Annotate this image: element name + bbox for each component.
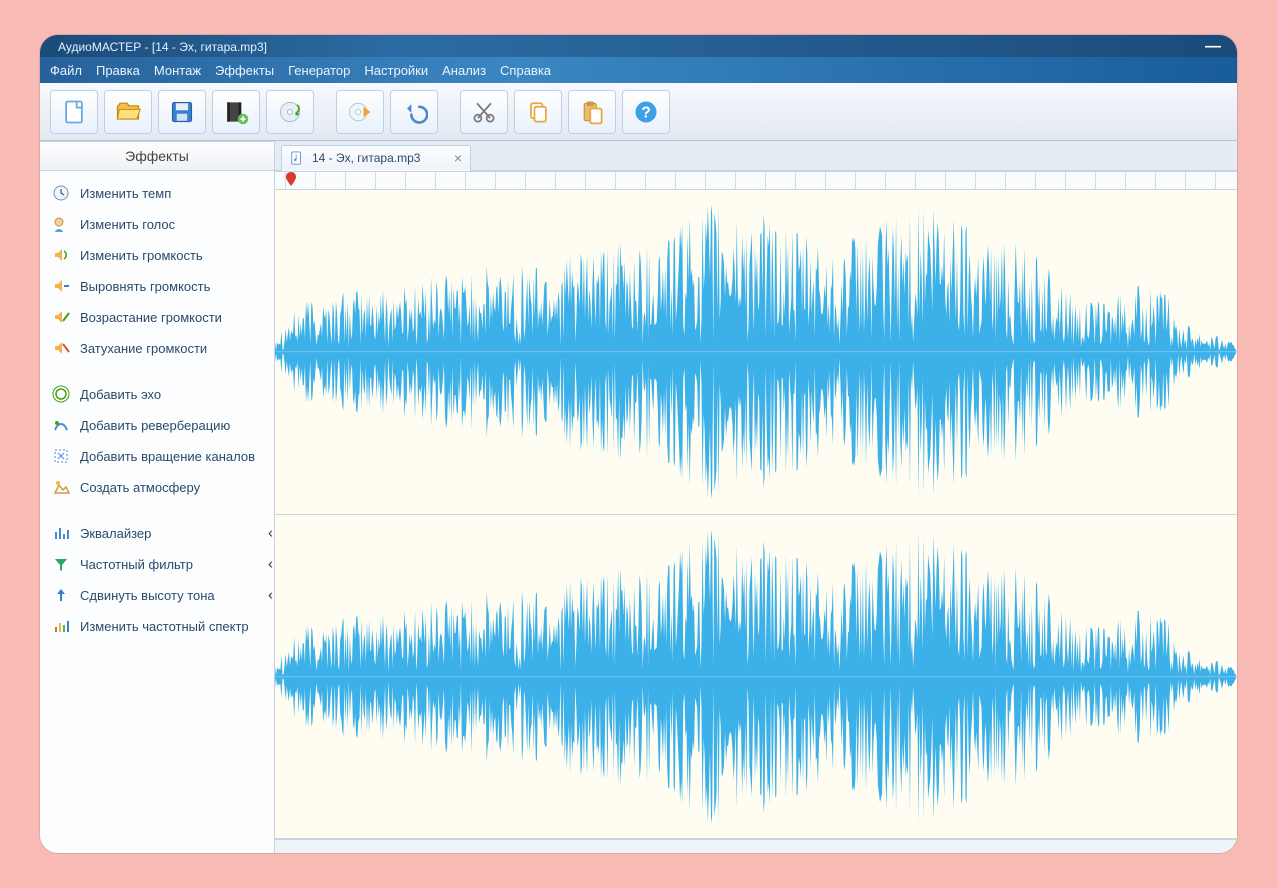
- sidebar-title: Эффекты: [40, 141, 274, 171]
- horizontal-scrollbar[interactable]: [275, 839, 1237, 853]
- effect-item-label: Выровнять громкость: [80, 279, 210, 294]
- effect-item-echo[interactable]: Добавить эхо: [46, 380, 268, 408]
- document-tab-label: 14 - Эх, гитара.mp3: [312, 151, 420, 165]
- extract-audio-button[interactable]: [336, 90, 384, 134]
- effect-item-rotate-channels[interactable]: Добавить вращение каналов: [46, 442, 268, 470]
- new-file-button[interactable]: [50, 90, 98, 134]
- titlebar: АудиоМАСТЕР - [14 - Эх, гитара.mp3] —: [40, 35, 1237, 57]
- help-icon: ?: [632, 98, 660, 126]
- echo-icon: [52, 385, 70, 403]
- menu-analysis[interactable]: Анализ: [442, 63, 486, 78]
- clock-icon: [52, 184, 70, 202]
- effect-item-label: Эквалайзер: [80, 526, 151, 541]
- audio-file-icon: [290, 151, 304, 165]
- vol-normalize-icon: [52, 277, 70, 295]
- cut-button[interactable]: [460, 90, 508, 134]
- effect-item-vol-normalize[interactable]: Выровнять громкость: [46, 272, 268, 300]
- burn-disc-button[interactable]: [266, 90, 314, 134]
- reverb-icon: [52, 416, 70, 434]
- window-title: АудиоМАСТЕР - [14 - Эх, гитара.mp3]: [58, 40, 267, 54]
- menu-file[interactable]: Файл: [50, 63, 82, 78]
- effects-sidebar: Эффекты Изменить темп Изменить голос Измен…: [40, 141, 275, 853]
- effect-item-label: Добавить эхо: [80, 387, 161, 402]
- effect-item-label: Изменить голос: [80, 217, 175, 232]
- vol-fadein-icon: [52, 308, 70, 326]
- disc-arrow-icon: [346, 98, 374, 126]
- effect-item-label: Изменить частотный спектр: [80, 619, 249, 634]
- menu-edit[interactable]: Правка: [96, 63, 140, 78]
- open-file-button[interactable]: [104, 90, 152, 134]
- disc-music-icon: [276, 98, 304, 126]
- effect-item-label: Добавить вращение каналов: [80, 449, 255, 464]
- scissors-icon: [470, 98, 498, 126]
- effect-item-label: Изменить громкость: [80, 248, 203, 263]
- file-open-icon: [114, 98, 142, 126]
- app-window: АудиоМАСТЕР - [14 - Эх, гитара.mp3] — Фа…: [40, 35, 1237, 853]
- toolbar: ?: [40, 83, 1237, 141]
- effect-item-label: Возрастание громкости: [80, 310, 222, 325]
- effect-item-spectrum[interactable]: Изменить частотный спектр: [46, 612, 268, 640]
- effect-item-label: Затухание громкости: [80, 341, 207, 356]
- playhead-marker[interactable]: [285, 172, 297, 186]
- effect-item-label: Изменить темп: [80, 186, 171, 201]
- effect-item-equalizer[interactable]: Эквалайзер: [46, 519, 268, 547]
- effect-item-funnel[interactable]: Частотный фильтр: [46, 550, 268, 578]
- tab-close-button[interactable]: ×: [454, 150, 462, 166]
- effect-item-label: Сдвинуть высоту тона: [80, 588, 215, 603]
- file-new-icon: [60, 98, 88, 126]
- document-tabbar: 14 - Эх, гитара.mp3 ×: [275, 141, 1237, 171]
- waveform-channel-left[interactable]: [275, 190, 1237, 515]
- spectrum-icon: [52, 617, 70, 635]
- window-minimize-button[interactable]: —: [1199, 38, 1227, 56]
- effect-item-pitch[interactable]: Сдвинуть высоту тона: [46, 581, 268, 609]
- vol-fadeout-icon: [52, 339, 70, 357]
- menu-effects[interactable]: Эффекты: [215, 63, 274, 78]
- menu-generator[interactable]: Генератор: [288, 63, 350, 78]
- film-add-icon: [222, 98, 250, 126]
- pitch-icon: [52, 586, 70, 604]
- menubar: Файл Правка Монтаж Эффекты Генератор Нас…: [40, 57, 1237, 83]
- effect-item-voice[interactable]: Изменить голос: [46, 210, 268, 238]
- help-button[interactable]: ?: [622, 90, 670, 134]
- effect-item-vol-fadein[interactable]: Возрастание громкости: [46, 303, 268, 331]
- waveform-channel-right[interactable]: [275, 515, 1237, 840]
- effect-item-label: Добавить реверберацию: [80, 418, 230, 433]
- equalizer-icon: [52, 524, 70, 542]
- document-tab[interactable]: 14 - Эх, гитара.mp3 ×: [281, 145, 471, 171]
- undo-icon: [400, 98, 428, 126]
- waveform-area: [275, 171, 1237, 853]
- menu-settings[interactable]: Настройки: [364, 63, 428, 78]
- effect-item-atmosphere[interactable]: Создать атмосферу: [46, 473, 268, 501]
- paste-button[interactable]: [568, 90, 616, 134]
- copy-button[interactable]: [514, 90, 562, 134]
- effect-item-vol-fadeout[interactable]: Затухание громкости: [46, 334, 268, 362]
- save-file-button[interactable]: [158, 90, 206, 134]
- menu-montage[interactable]: Монтаж: [154, 63, 201, 78]
- rotate-channels-icon: [52, 447, 70, 465]
- effect-item-clock[interactable]: Изменить темп: [46, 179, 268, 207]
- effect-item-label: Создать атмосферу: [80, 480, 200, 495]
- copy-icon: [524, 98, 552, 126]
- file-save-icon: [168, 98, 196, 126]
- workspace: Эффекты Изменить темп Изменить голос Измен…: [40, 141, 1237, 853]
- vol-change-icon: [52, 246, 70, 264]
- effect-item-vol-change[interactable]: Изменить громкость: [46, 241, 268, 269]
- editor-main: 14 - Эх, гитара.mp3 ×: [275, 141, 1237, 853]
- atmosphere-icon: [52, 478, 70, 496]
- paste-icon: [578, 98, 606, 126]
- import-video-button[interactable]: [212, 90, 260, 134]
- timeline-ruler[interactable]: [275, 172, 1237, 190]
- menu-help[interactable]: Справка: [500, 63, 551, 78]
- svg-text:?: ?: [641, 104, 651, 121]
- effect-item-reverb[interactable]: Добавить реверберацию: [46, 411, 268, 439]
- effect-item-label: Частотный фильтр: [80, 557, 193, 572]
- voice-icon: [52, 215, 70, 233]
- undo-button[interactable]: [390, 90, 438, 134]
- funnel-icon: [52, 555, 70, 573]
